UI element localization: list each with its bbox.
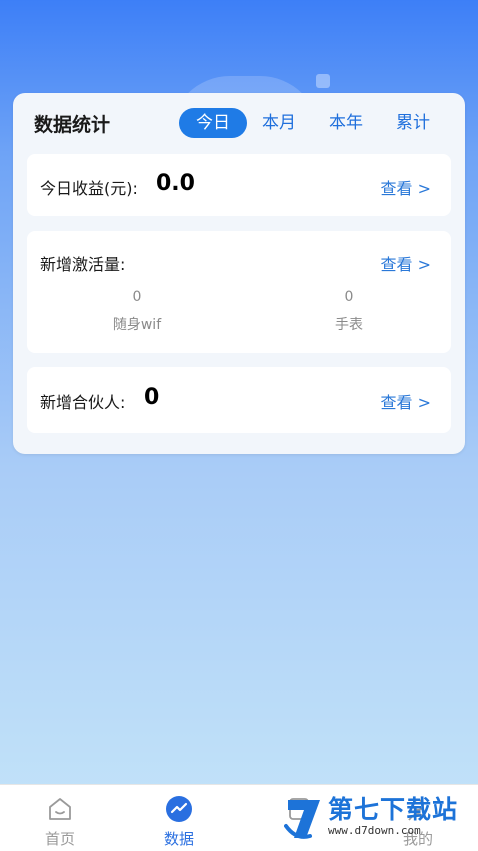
watermark: 第七下载站 www.d7down.com: [284, 796, 458, 846]
income-label: 今日收益(元):: [40, 179, 138, 198]
activation-label: 新增激活量:: [40, 255, 126, 274]
watch-label: 手表: [335, 317, 363, 333]
period-tabs: 今日 本月 本年 累计: [179, 108, 451, 138]
watermark-url: www.d7down.com: [328, 824, 421, 837]
tabbar-item-data[interactable]: 数据: [119, 785, 239, 851]
activation-view-link[interactable]: 查看 >: [381, 251, 432, 275]
income-view-link[interactable]: 查看 >: [381, 175, 432, 199]
watch-count: 0: [344, 289, 354, 305]
background-cube: [316, 74, 330, 88]
activation-card: 新增激活量: 查看 > 0 随身wif 0 手表: [27, 231, 451, 353]
chart-icon: [166, 796, 192, 822]
wifi-label: 随身wif: [112, 317, 162, 333]
tabbar-label-home: 首页: [44, 830, 75, 848]
watermark-title: 第七下载站: [328, 795, 459, 824]
wifi-count: 0: [132, 289, 142, 305]
partners-value: 0: [144, 385, 160, 410]
partners-view-link[interactable]: 查看 >: [381, 389, 432, 413]
stats-panel: 数据统计 今日 本月 本年 累计 今日收益(元): 0.0 查看 > 新增激活量…: [13, 93, 465, 454]
tab-today[interactable]: 今日: [179, 108, 247, 138]
tab-this-month[interactable]: 本月: [250, 108, 308, 138]
tab-this-year[interactable]: 本年: [317, 108, 375, 138]
tabbar-label-data: 数据: [163, 830, 194, 848]
watermark-logo-icon: [284, 800, 320, 839]
partners-label: 新增合伙人:: [40, 393, 126, 412]
tab-cumulative[interactable]: 累计: [384, 108, 442, 138]
income-value: 0.0: [156, 171, 195, 196]
income-card: 今日收益(元): 0.0 查看 >: [27, 154, 451, 216]
partners-card: 新增合伙人: 0 查看 >: [27, 367, 451, 433]
panel-title: 数据统计: [34, 114, 111, 136]
home-icon: [49, 798, 71, 820]
tabbar-item-home[interactable]: 首页: [0, 785, 120, 851]
